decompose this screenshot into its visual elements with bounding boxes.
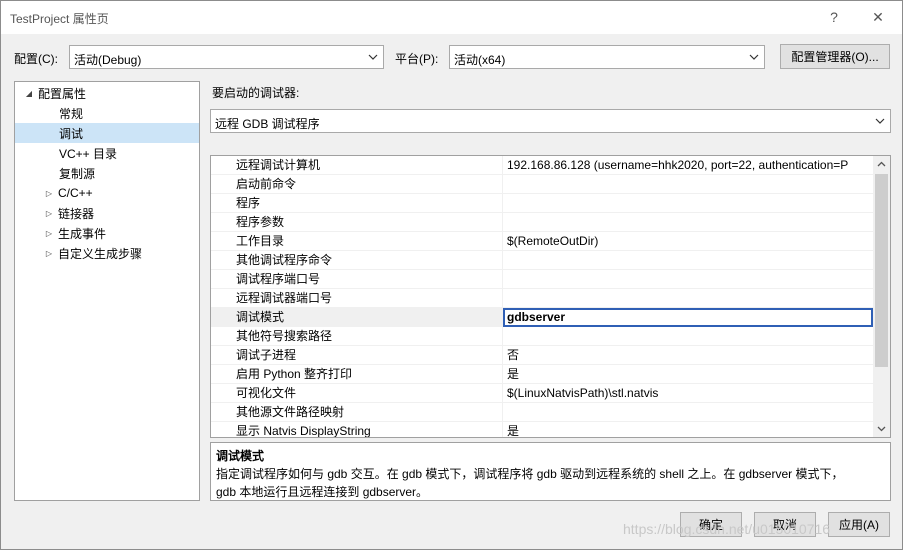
debugger-dropdown[interactable]: 远程 GDB 调试程序 (210, 109, 891, 133)
property-value[interactable]: $(RemoteOutDir) (503, 232, 873, 250)
tree-item-label: 链接器 (58, 206, 95, 221)
tree-item-0[interactable]: ◢ 配置属性 (15, 83, 199, 103)
property-pages-window: TestProject 属性页 ? ✕ 配置(C): 活动(Debug) 平台(… (0, 0, 903, 550)
property-value[interactable] (503, 270, 873, 288)
chevron-down-icon (875, 118, 885, 124)
property-row[interactable]: 启动前命令 (211, 175, 873, 194)
tree-item-8[interactable]: ▷ 自定义生成步骤 (15, 243, 199, 263)
property-name: 调试子进程 (211, 346, 503, 364)
property-name: 程序 (211, 194, 503, 212)
property-grid: 远程调试计算机 192.168.86.128 (username=hhk2020,… (210, 155, 891, 438)
property-name: 其他源文件路径映射 (211, 403, 503, 421)
tree-item-2[interactable]: 调试 (15, 123, 199, 143)
property-row[interactable]: 可视化文件 $(LinuxNatvisPath)\stl.natvis (211, 384, 873, 403)
property-value[interactable] (503, 194, 873, 212)
property-name: 远程调试计算机 (211, 156, 503, 174)
property-value[interactable]: 是 (503, 365, 873, 383)
property-value[interactable] (503, 327, 873, 345)
property-value[interactable] (503, 175, 873, 193)
config-label: 配置(C): (14, 52, 58, 66)
property-value[interactable]: 192.168.86.128 (username=hhk2020, port=2… (503, 156, 873, 174)
tree-item-label: C/C++ (58, 186, 93, 200)
debugger-value: 远程 GDB 调试程序 (215, 117, 320, 131)
description-title: 调试模式 (216, 449, 265, 463)
property-grid-scrollbar[interactable] (873, 156, 890, 437)
debugger-label: 要启动的调试器: (212, 86, 300, 100)
tree-item-1[interactable]: 常规 (15, 103, 199, 123)
tree-item-label: 生成事件 (58, 226, 107, 241)
property-row[interactable]: 其他符号搜索路径 (211, 327, 873, 346)
collapse-arrow-icon[interactable]: ◢ (23, 87, 35, 99)
property-row[interactable]: 工作目录 $(RemoteOutDir) (211, 232, 873, 251)
property-name: 调试模式 (211, 308, 503, 326)
property-value[interactable]: 是 (503, 422, 873, 437)
property-row[interactable]: 程序参数 (211, 213, 873, 232)
property-value[interactable]: 否 (503, 346, 873, 364)
tree-item-3[interactable]: VC++ 目录 (15, 143, 199, 163)
description-text-line1: 指定调试程序如何与 gdb 交互。在 gdb 模式下，调试程序将 gdb 驱动到… (216, 467, 844, 481)
property-name: 程序参数 (211, 213, 503, 231)
description-text-line2: gdb 本地运行且远程连接到 gdbserver。 (216, 485, 429, 499)
cancel-button[interactable]: 取消 (754, 512, 816, 537)
property-value[interactable] (503, 213, 873, 231)
property-row[interactable]: 显示 Natvis DisplayString 是 (211, 422, 873, 437)
property-value[interactable] (503, 251, 873, 269)
tree-item-6[interactable]: ▷ 链接器 (15, 203, 199, 223)
property-tree: ◢ 配置属性 常规 调试 VC++ 目录 复制源 ▷ C/C++ ▷ 链接器 ▷ 生成事件 ▷ 自定义生成… (14, 81, 200, 501)
platform-value: 活动(x64) (454, 53, 506, 67)
property-row[interactable]: 其他源文件路径映射 (211, 403, 873, 422)
property-row[interactable]: 远程调试器端口号 (211, 289, 873, 308)
platform-dropdown[interactable]: 活动(x64) (449, 45, 765, 69)
platform-label: 平台(P): (395, 52, 439, 66)
property-row[interactable]: 远程调试计算机 192.168.86.128 (username=hhk2020,… (211, 156, 873, 175)
tree-item-label: 调试 (59, 126, 84, 141)
help-button[interactable]: ? (819, 5, 849, 29)
property-name: 启用 Python 整齐打印 (211, 365, 503, 383)
tree-item-7[interactable]: ▷ 生成事件 (15, 223, 199, 243)
config-dropdown[interactable]: 活动(Debug) (69, 45, 384, 69)
tree-item-label: 复制源 (59, 166, 96, 181)
property-row[interactable]: 程序 (211, 194, 873, 213)
scroll-up-icon[interactable] (875, 156, 888, 172)
property-row[interactable]: 调试程序端口号 (211, 270, 873, 289)
property-row[interactable]: 调试模式 gdbserver (211, 308, 873, 327)
expand-arrow-icon[interactable]: ▷ (43, 207, 55, 219)
tree-item-5[interactable]: ▷ C/C++ (15, 183, 199, 203)
description-panel: 调试模式 指定调试程序如何与 gdb 交互。在 gdb 模式下，调试程序将 gd… (210, 442, 891, 501)
property-name: 其他符号搜索路径 (211, 327, 503, 345)
title-bar: TestProject 属性页 ? ✕ (1, 1, 902, 34)
property-value[interactable] (503, 289, 873, 307)
expand-arrow-icon[interactable]: ▷ (43, 227, 55, 239)
expand-arrow-icon[interactable]: ▷ (43, 187, 55, 199)
property-name: 其他调试程序命令 (211, 251, 503, 269)
property-name: 远程调试器端口号 (211, 289, 503, 307)
property-name: 调试程序端口号 (211, 270, 503, 288)
property-name: 显示 Natvis DisplayString (211, 422, 503, 437)
window-title: TestProject 属性页 (10, 12, 109, 26)
property-name: 工作目录 (211, 232, 503, 250)
tree-item-label: 配置属性 (38, 86, 87, 101)
scroll-down-icon[interactable] (875, 421, 888, 437)
property-value[interactable]: $(LinuxNatvisPath)\stl.natvis (503, 384, 873, 402)
config-manager-button[interactable]: 配置管理器(O)... (780, 44, 890, 69)
property-row[interactable]: 其他调试程序命令 (211, 251, 873, 270)
property-row[interactable]: 调试子进程否 (211, 346, 873, 365)
chevron-down-icon (368, 54, 378, 60)
chevron-down-icon (749, 54, 759, 60)
apply-button[interactable]: 应用(A) (828, 512, 890, 537)
ok-button[interactable]: 确定 (680, 512, 742, 537)
close-button[interactable]: ✕ (863, 5, 893, 29)
tree-item-label: 常规 (59, 106, 84, 121)
property-name: 可视化文件 (211, 384, 503, 402)
tree-item-label: 自定义生成步骤 (58, 246, 143, 261)
scrollbar-thumb[interactable] (875, 174, 888, 367)
property-row[interactable]: 启用 Python 整齐打印是 (211, 365, 873, 384)
property-value[interactable]: gdbserver (503, 308, 873, 327)
tree-item-4[interactable]: 复制源 (15, 163, 199, 183)
property-name: 启动前命令 (211, 175, 503, 193)
expand-arrow-icon[interactable]: ▷ (43, 247, 55, 259)
config-value: 活动(Debug) (74, 53, 142, 67)
tree-item-label: VC++ 目录 (59, 146, 118, 161)
property-value[interactable] (503, 403, 873, 421)
